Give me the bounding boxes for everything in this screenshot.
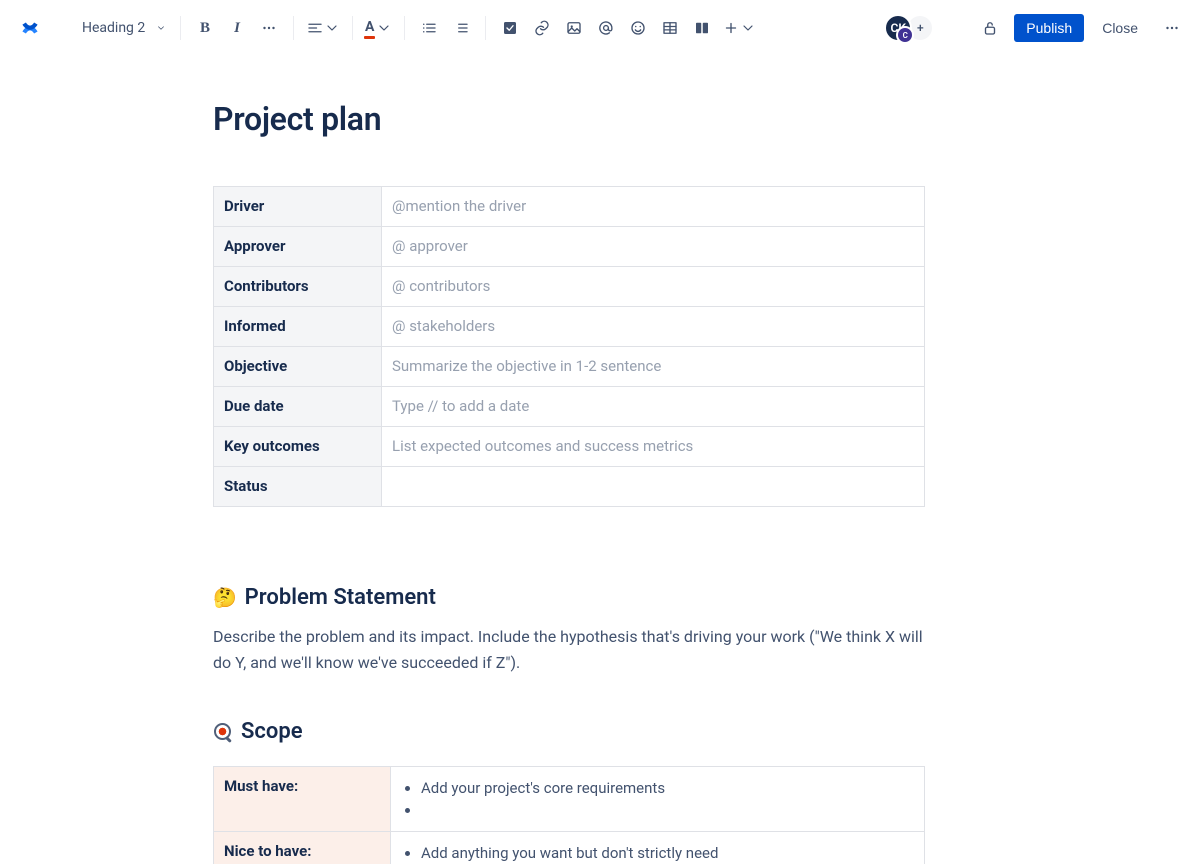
text-style-dropdown[interactable]: Heading 2	[72, 16, 172, 40]
meta-value[interactable]: @ contributors	[382, 267, 925, 307]
list-item[interactable]	[421, 799, 914, 821]
meta-label[interactable]: Informed	[214, 307, 382, 347]
meta-label[interactable]: Status	[214, 467, 382, 507]
task-icon	[501, 19, 519, 37]
table-icon	[661, 19, 679, 37]
italic-icon: I	[234, 20, 240, 37]
table-row: Key outcomesList expected outcomes and s…	[214, 427, 925, 467]
toolbar-separator	[293, 16, 294, 40]
action-item-button[interactable]	[494, 12, 526, 44]
more-horizontal-icon	[260, 19, 278, 37]
scope-label[interactable]: Must have:	[214, 767, 391, 832]
link-button[interactable]	[526, 12, 558, 44]
emoji-icon	[629, 19, 647, 37]
table-row: Contributors@ contributors	[214, 267, 925, 307]
at-icon	[597, 19, 615, 37]
list-item[interactable]: Add anything you want but don't strictly…	[421, 842, 914, 864]
table-row: Driver@mention the driver	[214, 187, 925, 227]
editor-toolbar: Heading 2 B I A	[0, 0, 1200, 56]
chevron-down-icon	[740, 20, 756, 36]
meta-value[interactable]: @ approver	[382, 227, 925, 267]
editor-body[interactable]: Project plan Driver@mention the driver A…	[0, 56, 1200, 864]
text-style-label: Heading 2	[82, 20, 145, 36]
more-actions-button[interactable]	[1156, 12, 1188, 44]
problem-statement-heading[interactable]: 🤔 Problem Statement	[213, 585, 925, 610]
layouts-button[interactable]	[686, 12, 718, 44]
chevron-down-icon	[156, 23, 166, 33]
publish-button[interactable]: Publish	[1014, 14, 1084, 42]
image-button[interactable]	[558, 12, 590, 44]
target-search-icon	[213, 722, 233, 742]
meta-value[interactable]: Summarize the objective in 1-2 sentence	[382, 347, 925, 387]
toolbar-separator	[485, 16, 486, 40]
meta-value[interactable]: @ stakeholders	[382, 307, 925, 347]
meta-value[interactable]: Type // to add a date	[382, 387, 925, 427]
image-icon	[565, 19, 583, 37]
numbered-list-icon	[452, 19, 470, 37]
chevron-down-icon	[376, 20, 392, 36]
meta-table[interactable]: Driver@mention the driver Approver@ appr…	[213, 186, 925, 507]
table-row: ObjectiveSummarize the objective in 1-2 …	[214, 347, 925, 387]
table-row: Nice to have: Add anything you want but …	[214, 832, 925, 864]
page-title[interactable]: Project plan	[213, 100, 925, 138]
insert-dropdown[interactable]	[718, 12, 760, 44]
meta-label[interactable]: Objective	[214, 347, 382, 387]
list-item[interactable]: Add your project's core requirements	[421, 777, 914, 799]
plus-icon	[722, 19, 740, 37]
heading-text: Problem Statement	[245, 585, 436, 610]
meta-value[interactable]: List expected outcomes and success metri…	[382, 427, 925, 467]
user-avatar[interactable]: CK	[884, 14, 912, 42]
bold-icon: B	[200, 20, 210, 37]
avatar-initials: CK	[891, 21, 906, 35]
unlock-icon	[981, 19, 999, 37]
meta-value[interactable]	[382, 467, 925, 507]
more-horizontal-icon	[1163, 19, 1181, 37]
bold-button[interactable]: B	[189, 12, 221, 44]
align-left-icon	[306, 19, 324, 37]
problem-statement-body[interactable]: Describe the problem and its impact. Inc…	[213, 624, 925, 675]
meta-label[interactable]: Contributors	[214, 267, 382, 307]
restrictions-button[interactable]	[974, 12, 1006, 44]
link-icon	[533, 19, 551, 37]
table-row: Must have: Add your project's core requi…	[214, 767, 925, 832]
presence-avatars: CK +	[890, 14, 934, 42]
toolbar-separator	[352, 16, 353, 40]
scope-value[interactable]: Add anything you want but don't strictly…	[391, 832, 925, 864]
scope-value[interactable]: Add your project's core requirements	[391, 767, 925, 832]
mention-button[interactable]	[590, 12, 622, 44]
page-content: Project plan Driver@mention the driver A…	[213, 56, 925, 864]
toolbar-right: CK + Publish Close	[890, 12, 1188, 44]
meta-label[interactable]: Driver	[214, 187, 382, 227]
meta-label[interactable]: Key outcomes	[214, 427, 382, 467]
bullet-list-button[interactable]	[413, 12, 445, 44]
toolbar-separator	[404, 16, 405, 40]
chevron-down-icon	[324, 20, 340, 36]
table-row: Status	[214, 467, 925, 507]
emoji-button[interactable]	[622, 12, 654, 44]
heading-text: Scope	[241, 719, 303, 744]
text-color-icon: A	[365, 19, 374, 38]
scope-table[interactable]: Must have: Add your project's core requi…	[213, 766, 925, 864]
close-button[interactable]: Close	[1092, 14, 1148, 42]
numbered-list-button[interactable]	[445, 12, 477, 44]
italic-button[interactable]: I	[221, 12, 253, 44]
table-row: Approver@ approver	[214, 227, 925, 267]
align-dropdown[interactable]	[302, 12, 344, 44]
text-color-dropdown[interactable]: A	[361, 12, 396, 44]
more-formatting-button[interactable]	[253, 12, 285, 44]
bullet-list-icon	[420, 19, 438, 37]
table-row: Informed@ stakeholders	[214, 307, 925, 347]
layouts-icon	[693, 19, 711, 37]
thinking-emoji-icon: 🤔	[213, 586, 237, 609]
meta-value[interactable]: @mention the driver	[382, 187, 925, 227]
confluence-logo-icon[interactable]	[18, 16, 42, 40]
table-button[interactable]	[654, 12, 686, 44]
scope-heading[interactable]: Scope	[213, 719, 925, 744]
scope-label[interactable]: Nice to have:	[214, 832, 391, 864]
meta-label[interactable]: Due date	[214, 387, 382, 427]
toolbar-separator	[180, 16, 181, 40]
meta-label[interactable]: Approver	[214, 227, 382, 267]
table-row: Due dateType // to add a date	[214, 387, 925, 427]
